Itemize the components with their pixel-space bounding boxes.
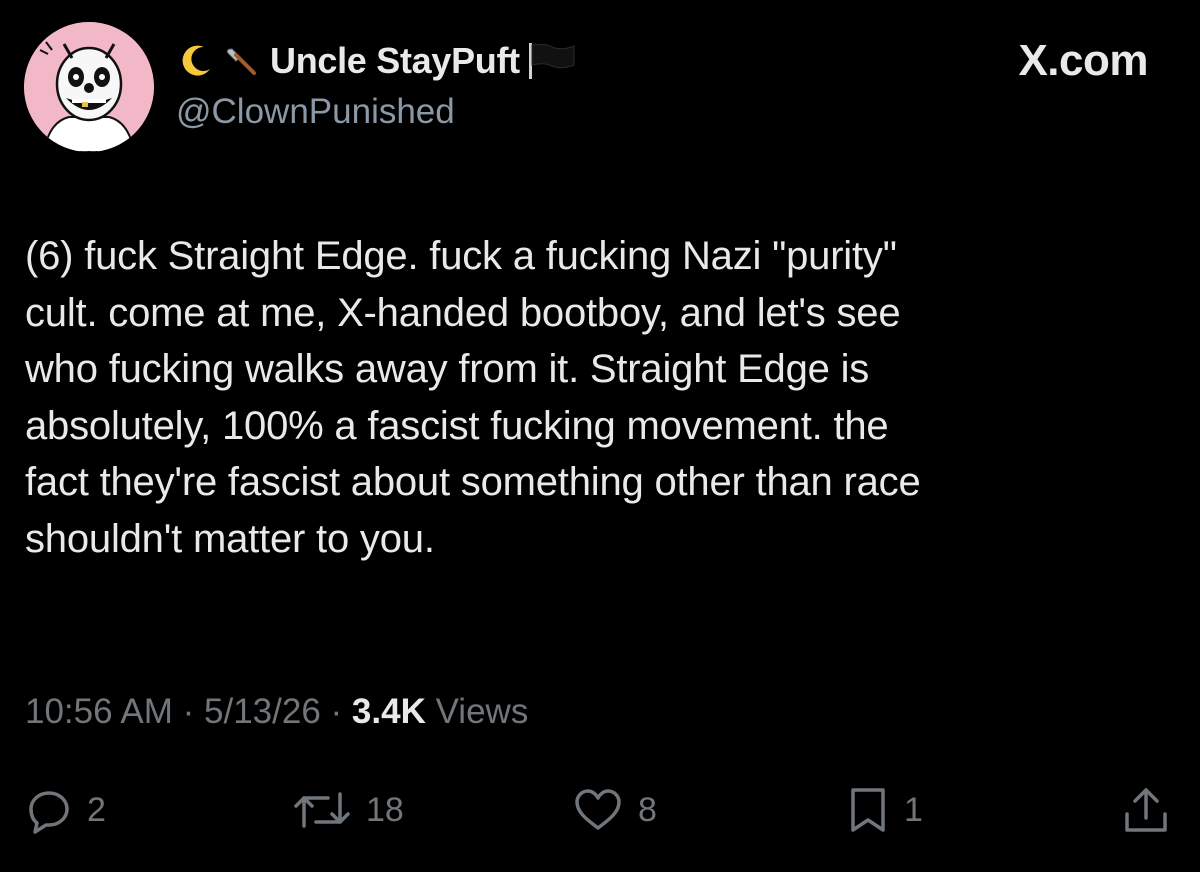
share-button[interactable] bbox=[1120, 780, 1172, 840]
views-count: 3.4K bbox=[351, 692, 426, 731]
meta-separator: · bbox=[182, 692, 195, 731]
crescent-moon-icon bbox=[176, 41, 216, 81]
repost-icon bbox=[294, 792, 350, 828]
like-count: 8 bbox=[638, 790, 657, 829]
post-text: (6) fuck Straight Edge. fuck a fucking N… bbox=[25, 234, 921, 561]
clown-avatar-icon bbox=[24, 22, 154, 152]
heart-icon bbox=[575, 789, 621, 830]
brand-label: X.com bbox=[1018, 36, 1148, 85]
reply-icon bbox=[29, 791, 69, 834]
like-button[interactable]: 8 bbox=[572, 780, 657, 840]
share-icon bbox=[1125, 788, 1167, 832]
bookmark-icon bbox=[851, 788, 885, 832]
repost-count: 18 bbox=[366, 790, 404, 829]
author-name-row[interactable]: Uncle StayPuft bbox=[176, 36, 578, 86]
views-label: Views bbox=[435, 692, 529, 731]
axe-icon bbox=[220, 41, 260, 81]
post-date[interactable]: 5/13/26 bbox=[204, 692, 321, 731]
meta-separator: · bbox=[330, 692, 343, 731]
avatar[interactable] bbox=[24, 22, 154, 152]
post-time[interactable]: 10:56 AM bbox=[25, 692, 173, 731]
bookmark-button[interactable]: 1 bbox=[846, 780, 923, 840]
action-bar: 2 18 8 1 bbox=[0, 780, 1200, 840]
reply-button[interactable]: 2 bbox=[25, 780, 106, 840]
reply-count: 2 bbox=[87, 790, 106, 829]
post-meta: 10:56 AM · 5/13/26 · 3.4K Views bbox=[25, 692, 528, 732]
repost-button[interactable]: 18 bbox=[292, 780, 404, 840]
black-flag-icon bbox=[526, 41, 578, 81]
author-handle[interactable]: @ClownPunished bbox=[176, 92, 455, 132]
author-display-name[interactable]: Uncle StayPuft bbox=[270, 40, 520, 82]
bookmark-count: 1 bbox=[904, 790, 923, 829]
